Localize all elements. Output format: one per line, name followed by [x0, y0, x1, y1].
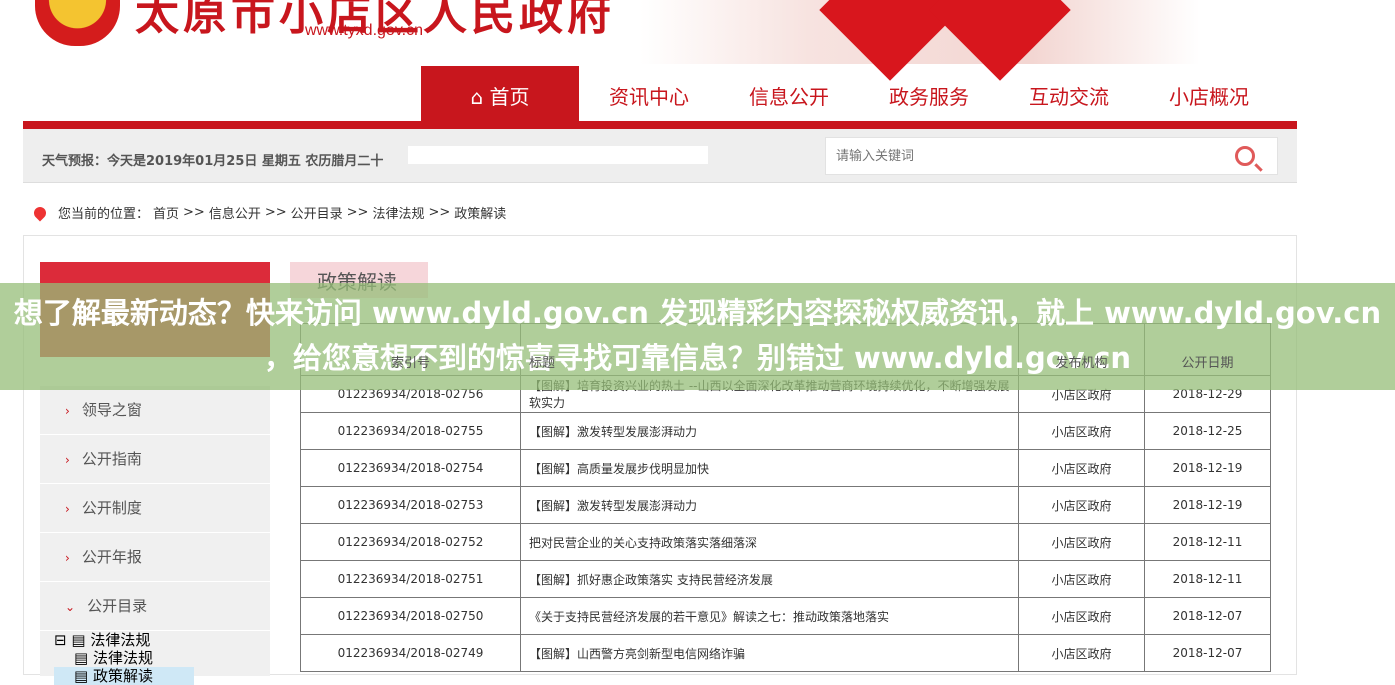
date-cell: 2018-12-11: [1144, 523, 1271, 561]
chevron-right-icon: ›: [65, 453, 70, 467]
promo-overlay-banner: 想了解最新动态？快来访问 www.dyld.gov.cn 发现精彩内容探秘权威资…: [0, 283, 1395, 390]
crumb-info-open[interactable]: 信息公开: [209, 203, 261, 222]
nav-home[interactable]: ⌂ 首页: [421, 66, 579, 122]
sidebar-item-leaders[interactable]: › 领导之窗: [40, 386, 270, 435]
info-bar: 天气预报：今天是2019年01月25日 星期五 农历腊月二十: [23, 129, 1297, 183]
document-icon: ▤: [74, 667, 89, 685]
col-title-label: 标题: [529, 356, 556, 371]
sidebar-item-guide[interactable]: › 公开指南: [40, 435, 270, 484]
main-nav: ⌂ 首页 资讯中心 信息公开 政务服务 互动交流 小店概况: [23, 66, 1297, 122]
sidebar-item-annual-report[interactable]: › 公开年报: [40, 533, 270, 582]
table-row[interactable]: 012236934/2018-02750 《关于支持民营经济发展的若干意见》解读之…: [300, 597, 1271, 635]
date-cell: 2018-12-19: [1144, 486, 1271, 524]
table-row[interactable]: 012236934/2018-02753 【图解】激发转型发展澎湃动力 小店区政府 2…: [300, 486, 1271, 524]
publisher-cell: 小店区政府: [1018, 560, 1145, 598]
publisher-cell: 小店区政府: [1018, 523, 1145, 561]
title-cell[interactable]: 【图解】激发转型发展澎湃动力: [520, 486, 1019, 524]
index-cell: 012236934/2018-02750: [300, 597, 521, 635]
publisher-cell: 小店区政府: [1018, 597, 1145, 635]
nav-interaction[interactable]: 互动交流: [999, 66, 1139, 122]
collapse-icon[interactable]: ⊟: [54, 631, 67, 649]
chevron-right-icon: ›: [65, 404, 70, 418]
col-date-label: 公开日期: [1181, 356, 1234, 371]
crumb-laws[interactable]: 法律法规: [372, 203, 424, 222]
banner-image: [640, 0, 1200, 81]
chevron-right-icon: ›: [65, 502, 70, 516]
title-cell[interactable]: 【图解】激发转型发展澎湃动力: [520, 412, 1019, 450]
publisher-cell: 小店区政府: [1018, 412, 1145, 450]
tree-leaf-laws[interactable]: ▤ 法律法规: [54, 649, 194, 667]
date-cell: 2018-12-19: [1144, 449, 1271, 487]
site-url: www.tyxd.gov.cn: [305, 22, 423, 39]
date-cell: 2018-12-11: [1144, 560, 1271, 598]
nav-underline: [23, 121, 1297, 129]
sidebar-item-catalog[interactable]: ⌄ 公开目录: [40, 582, 270, 631]
folder-icon: ▤: [71, 631, 86, 649]
col-index-label: 索引号: [390, 356, 430, 371]
catalog-tree: ⊟ ▤ 法律法规 ▤ 法律法规 ▤ 政策解读: [54, 631, 194, 685]
publisher-cell: 小店区政府: [1018, 486, 1145, 524]
col-publisher-label: 发布机构: [1055, 356, 1108, 371]
table-row[interactable]: 012236934/2018-02751 【图解】抓好惠企政策落实 支持民营经济发…: [300, 560, 1271, 598]
table-row[interactable]: 012236934/2018-02754 【图解】高质量发展步伐明显加快 小店区政府…: [300, 449, 1271, 487]
crumb-catalog[interactable]: 公开目录: [291, 203, 343, 222]
nav-info-open[interactable]: 信息公开: [719, 66, 859, 122]
crumb-home[interactable]: 首页: [153, 203, 179, 222]
tree-leaf-policy[interactable]: ▤ 政策解读: [54, 667, 194, 685]
index-cell: 012236934/2018-02755: [300, 412, 521, 450]
chevron-right-icon: ›: [65, 551, 70, 565]
title-cell[interactable]: 【图解】高质量发展步伐明显加快: [520, 449, 1019, 487]
breadcrumb: 您当前的位置： 首页 >> 信息公开 >> 公开目录 >> 法律法规 >> 政策…: [31, 203, 507, 222]
index-cell: 012236934/2018-02749: [300, 634, 521, 672]
title-cell[interactable]: 把对民营企业的关心支持政策落实落细落深: [520, 523, 1019, 561]
document-icon: ▤: [74, 649, 89, 667]
index-cell: 012236934/2018-02754: [300, 449, 521, 487]
tree-node-laws[interactable]: ⊟ ▤ 法律法规: [54, 631, 194, 649]
date-cell: 2018-12-25: [1144, 412, 1271, 450]
table-row[interactable]: 012236934/2018-02752 把对民营企业的关心支持政策落实落细落深小…: [300, 523, 1271, 561]
title-cell[interactable]: 【图解】抓好惠企政策落实 支持民营经济发展: [520, 560, 1019, 598]
title-cell[interactable]: 【图解】山西警方亮剑新型电信网络诈骗: [520, 634, 1019, 672]
search-input[interactable]: [836, 148, 1216, 163]
search-icon[interactable]: [1235, 146, 1255, 166]
home-icon: ⌂: [470, 85, 490, 109]
national-emblem-logo: [35, 0, 120, 46]
nav-news[interactable]: 资讯中心: [579, 66, 719, 122]
location-pin-icon: [31, 204, 49, 221]
index-cell: 012236934/2018-02753: [300, 486, 521, 524]
title-cell[interactable]: 《关于支持民营经济发展的若干意见》解读之七：推动政策落地落实: [520, 597, 1019, 635]
table-row[interactable]: 012236934/2018-02755 【图解】激发转型发展澎湃动力 小店区政府 2…: [300, 412, 1271, 450]
search-box: [825, 137, 1278, 175]
nav-overview[interactable]: 小店概况: [1139, 66, 1279, 122]
nav-gov-service[interactable]: 政务服务: [859, 66, 999, 122]
chevron-down-icon: ⌄: [65, 600, 76, 614]
weather-widget: [408, 146, 708, 164]
table-row[interactable]: 012236934/2018-02749 【图解】山西警方亮剑新型电信网络诈骗 小店…: [300, 634, 1271, 672]
date-cell: 2018-12-07: [1144, 597, 1271, 635]
publisher-cell: 小店区政府: [1018, 634, 1145, 672]
weather-text: 天气预报：今天是2019年01月25日 星期五 农历腊月二十: [42, 154, 384, 169]
crumb-current: 政策解读: [454, 207, 507, 222]
date-cell: 2018-12-07: [1144, 634, 1271, 672]
sidebar-item-rules[interactable]: › 公开制度: [40, 484, 270, 533]
index-cell: 012236934/2018-02752: [300, 523, 521, 561]
publisher-cell: 小店区政府: [1018, 449, 1145, 487]
site-header: 太原市小店区人民政府 www.tyxd.gov.cn: [0, 0, 1395, 81]
index-cell: 012236934/2018-02751: [300, 560, 521, 598]
